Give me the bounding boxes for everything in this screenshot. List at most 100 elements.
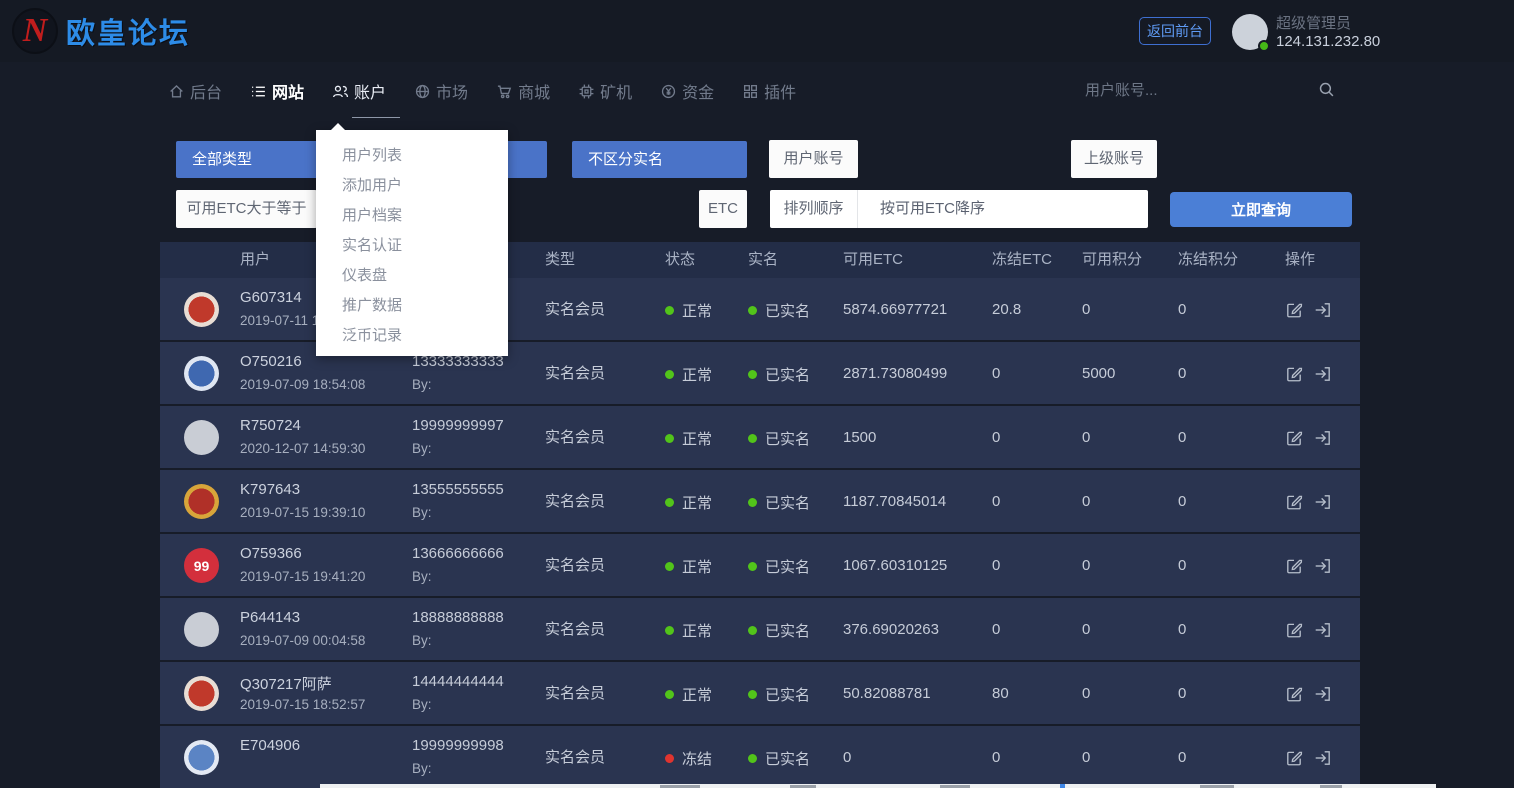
nav-item-资金[interactable]: 资金 <box>660 62 714 120</box>
plugin-icon <box>742 83 759 100</box>
bottom-edge-sliver <box>320 784 1436 788</box>
row-actions <box>1285 406 1332 470</box>
user-avatar[interactable] <box>184 740 219 775</box>
user-avatar[interactable] <box>184 484 219 519</box>
coin-icon <box>660 83 677 100</box>
realname-badge: 已实名 <box>748 534 810 598</box>
admin-ip: 124.131.232.80 <box>1276 33 1380 50</box>
parent-account-label: 上级账号 <box>1071 140 1157 178</box>
home-icon <box>168 83 185 100</box>
user-avatar[interactable]: 99 <box>184 548 219 583</box>
frozen-points: 0 <box>1178 662 1186 726</box>
enter-icon[interactable] <box>1314 429 1332 447</box>
nav-item-网站[interactable]: 网站 <box>250 62 304 120</box>
realname-dot <box>748 498 757 507</box>
row-actions <box>1285 470 1332 534</box>
edit-icon[interactable] <box>1285 493 1303 511</box>
sort-order-label: 排列顺序 <box>770 190 858 228</box>
dropdown-item-添加用户[interactable]: 添加用户 <box>316 171 508 201</box>
status-dot <box>665 562 674 571</box>
user-avatar[interactable] <box>184 292 219 327</box>
member-type: 实名会员 <box>545 342 605 406</box>
nav-item-市场[interactable]: 市场 <box>414 62 468 120</box>
username: O759366 <box>240 545 302 562</box>
nav-item-账户[interactable]: 账户 <box>332 62 386 120</box>
nav-item-后台[interactable]: 后台 <box>168 62 222 120</box>
dropdown-item-实名认证[interactable]: 实名认证 <box>316 231 508 261</box>
admin-role-label: 超级管理员 <box>1276 12 1351 33</box>
user-avatar[interactable] <box>184 356 219 391</box>
etc-unit-label: ETC <box>699 190 747 228</box>
row-actions <box>1285 534 1332 598</box>
username: R750724 <box>240 417 301 434</box>
status-dot <box>665 370 674 379</box>
user-avatar[interactable] <box>184 420 219 455</box>
edit-icon[interactable] <box>1285 557 1303 575</box>
search-input[interactable] <box>1085 75 1303 105</box>
enter-icon[interactable] <box>1314 557 1332 575</box>
dropdown-item-用户列表[interactable]: 用户列表 <box>316 141 508 171</box>
cpu-icon <box>578 83 595 100</box>
frozen-points: 0 <box>1178 598 1186 662</box>
row-actions <box>1285 726 1332 788</box>
nav-item-插件[interactable]: 插件 <box>742 62 796 120</box>
edit-icon[interactable] <box>1285 685 1303 703</box>
status-badge: 正常 <box>665 406 712 470</box>
parent-account-input[interactable] <box>1165 140 1350 178</box>
column-header-操作: 操作 <box>1285 242 1315 278</box>
enter-icon[interactable] <box>1314 365 1332 383</box>
enter-icon[interactable] <box>1314 301 1332 319</box>
realname-dot <box>748 690 757 699</box>
phone-number: 14444444444 <box>412 673 504 690</box>
user-avatar[interactable] <box>184 676 219 711</box>
user-account-label: 用户账号 <box>769 140 858 178</box>
edit-icon[interactable] <box>1285 301 1303 319</box>
user-avatar[interactable] <box>184 612 219 647</box>
available-etc: 2871.73080499 <box>843 342 947 406</box>
table-row: E704906 19999999998 By: 实名会员 冻结 已实名 0 0 … <box>160 726 1360 788</box>
avatar[interactable] <box>1232 14 1268 50</box>
register-date: 2019-07-15 19:41:20 <box>240 569 365 584</box>
dropdown-item-泛币记录[interactable]: 泛币记录 <box>316 321 508 351</box>
edit-icon[interactable] <box>1285 365 1303 383</box>
column-header-冻结积分: 冻结积分 <box>1178 242 1238 278</box>
logo[interactable]: N 欧皇论坛 <box>12 8 190 54</box>
sort-order-select[interactable]: 按可用ETC降序 <box>858 190 1148 228</box>
realname-dot <box>748 370 757 379</box>
realname-badge: 已实名 <box>748 662 810 726</box>
frozen-etc: 0 <box>992 342 1000 406</box>
status-dot <box>665 434 674 443</box>
nav-item-矿机[interactable]: 矿机 <box>578 62 632 120</box>
username: P644143 <box>240 609 300 626</box>
row-actions <box>1285 598 1332 662</box>
frozen-points: 0 <box>1178 278 1186 342</box>
enter-icon[interactable] <box>1314 685 1332 703</box>
column-header-实名: 实名 <box>748 242 778 278</box>
edit-icon[interactable] <box>1285 621 1303 639</box>
phone-number: 13555555555 <box>412 481 504 498</box>
nav-item-商城[interactable]: 商城 <box>496 62 550 120</box>
dropdown-item-用户档案[interactable]: 用户档案 <box>316 201 508 231</box>
status-badge: 正常 <box>665 534 712 598</box>
realname-dot <box>748 754 757 763</box>
logo-emblem-icon: N <box>12 8 58 54</box>
frozen-etc: 0 <box>992 470 1000 534</box>
username: K797643 <box>240 481 300 498</box>
enter-icon[interactable] <box>1314 493 1332 511</box>
username: Q307217阿萨 <box>240 673 332 694</box>
available-etc: 0 <box>843 726 851 788</box>
dropdown-item-推广数据[interactable]: 推广数据 <box>316 291 508 321</box>
realname-filter-select[interactable]: 不区分实名 <box>572 141 747 178</box>
dropdown-item-仪表盘[interactable]: 仪表盘 <box>316 261 508 291</box>
enter-icon[interactable] <box>1314 621 1332 639</box>
status-dot <box>665 626 674 635</box>
back-to-frontend-button[interactable]: 返回前台 <box>1139 17 1211 45</box>
search-icon[interactable] <box>1318 81 1335 103</box>
query-button[interactable]: 立即查询 <box>1170 192 1352 227</box>
user-account-input[interactable] <box>866 140 1061 178</box>
edit-icon[interactable] <box>1285 749 1303 767</box>
enter-icon[interactable] <box>1314 749 1332 767</box>
main-nav: 后台 网站 账户 市场 商城 矿机 资金 插件 <box>168 62 796 120</box>
phone-number: 19999999998 <box>412 737 504 754</box>
edit-icon[interactable] <box>1285 429 1303 447</box>
